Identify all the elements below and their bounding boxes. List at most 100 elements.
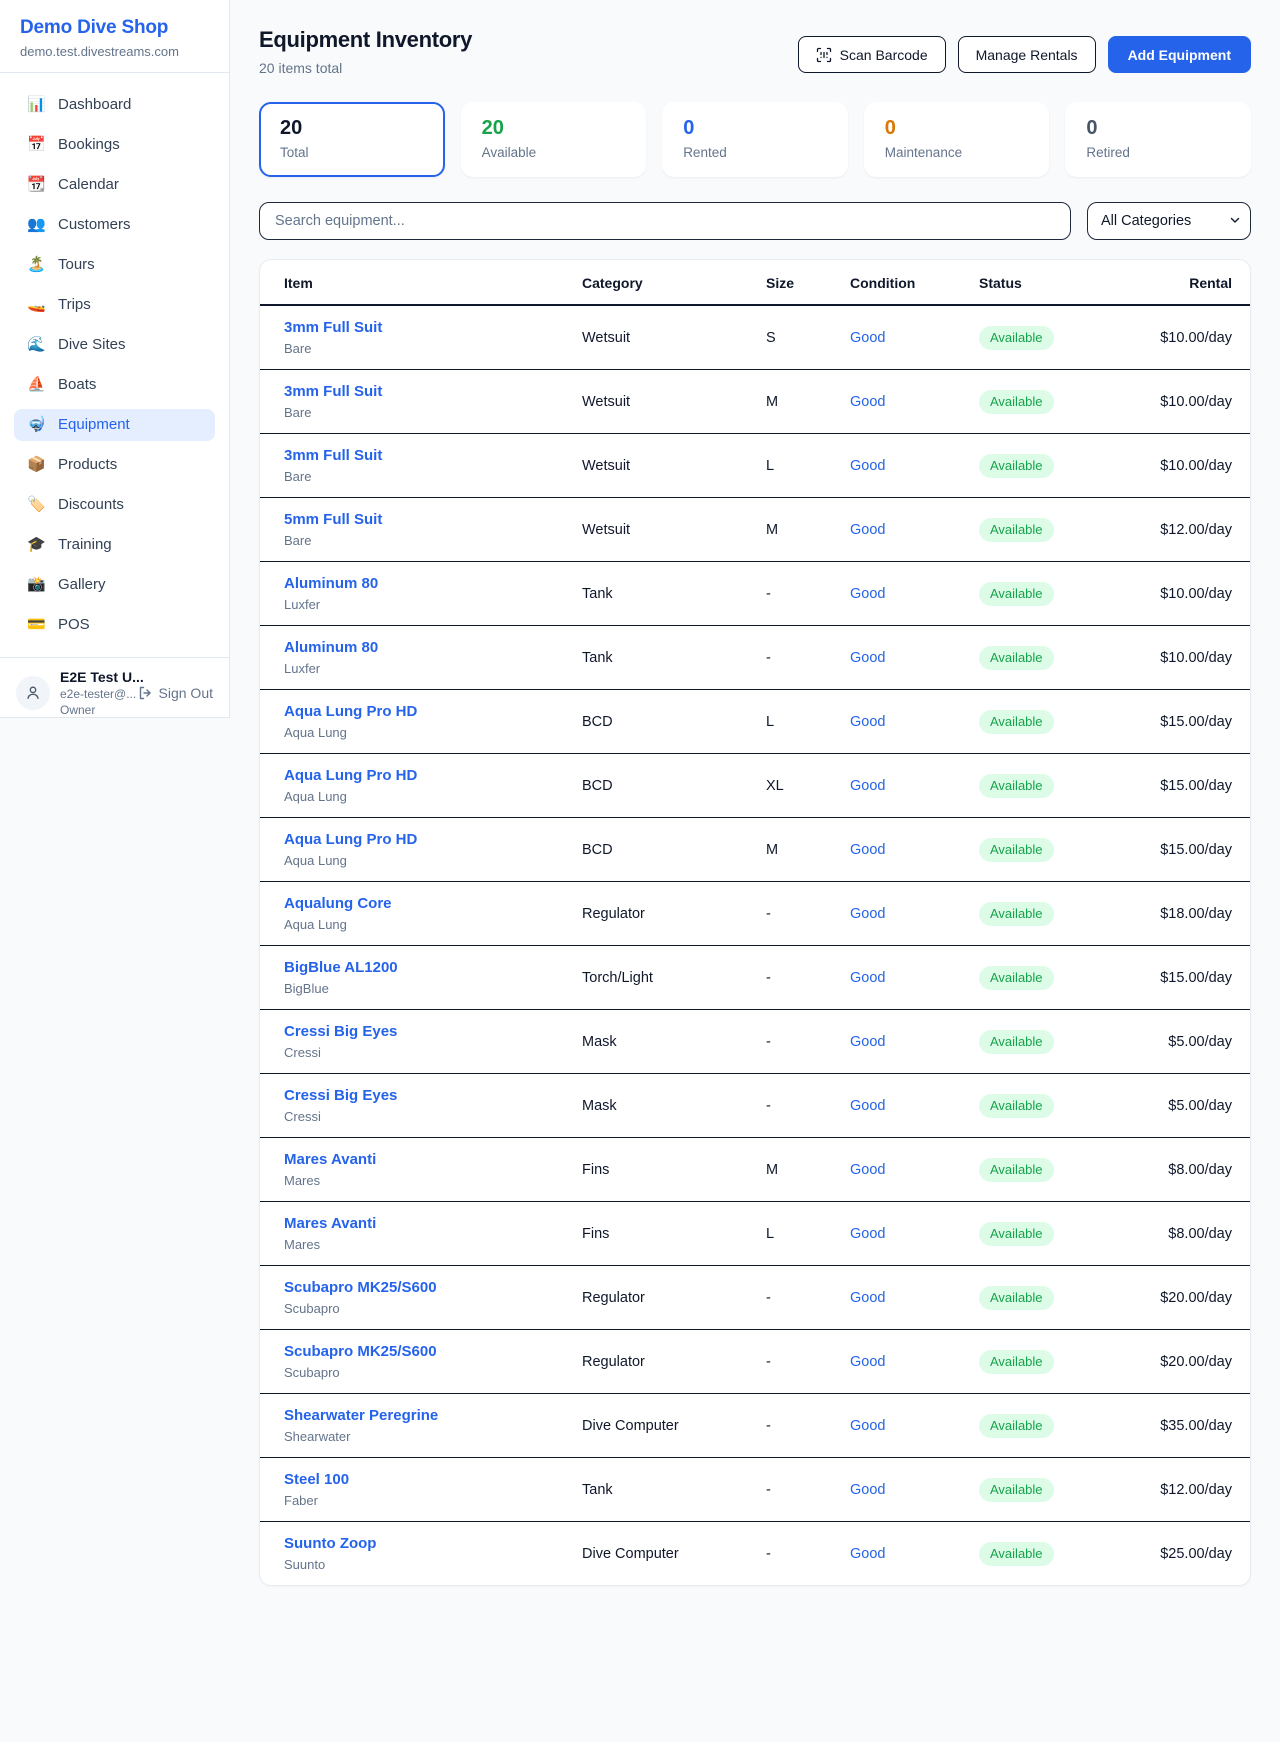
item-condition-link[interactable]: Good [850,842,885,858]
stat-card[interactable]: 20 Total [259,102,445,177]
sidebar-item[interactable]: 🌊 Dive Sites [14,329,215,361]
item-category: Wetsuit [582,305,766,370]
add-equipment-button[interactable]: Add Equipment [1108,36,1251,73]
stat-card[interactable]: 20 Available [461,102,647,177]
sign-out-button[interactable]: Sign Out [137,685,213,701]
sidebar-item[interactable]: 📸 Gallery [14,569,215,601]
page-title: Equipment Inventory [259,27,472,53]
item-condition-link[interactable]: Good [850,778,885,794]
page-header: Equipment Inventory 20 items total Scan … [259,27,1251,76]
item-name-link[interactable]: Cressi Big Eyes [284,1086,397,1105]
status-badge: Available [979,1478,1054,1502]
sidebar-item-label: Dive Sites [58,337,126,353]
sidebar-item[interactable]: 📅 Bookings [14,129,215,161]
sidebar-item[interactable]: 💳 POS [14,609,215,641]
item-size: - [766,1394,850,1458]
item-name-link[interactable]: Aqua Lung Pro HD [284,830,417,849]
sidebar-item[interactable]: 🚤 Trips [14,289,215,321]
item-name-link[interactable]: Suunto Zoop [284,1534,376,1553]
sidebar-item-label: Boats [58,377,96,393]
item-name-link[interactable]: 3mm Full Suit [284,446,382,465]
table-row: Aluminum 80 Luxfer Tank - Good Available [260,626,1250,690]
stat-card[interactable]: 0 Rented [662,102,848,177]
item-category: Fins [582,1138,766,1202]
table-row: Aqua Lung Pro HD Aqua Lung BCD M Good Av… [260,818,1250,882]
item-condition-link[interactable]: Good [850,906,885,922]
item-condition-link[interactable]: Good [850,394,885,410]
item-name-link[interactable]: Mares Avanti [284,1214,376,1233]
table-row: Mares Avanti Mares Fins M Good Available [260,1138,1250,1202]
item-name-link[interactable]: Aluminum 80 [284,574,378,593]
item-name-link[interactable]: Scubapro MK25/S600 [284,1278,437,1297]
people-icon: 👥 [27,217,45,233]
sidebar-item[interactable]: 🏷️ Discounts [14,489,215,521]
item-condition-link[interactable]: Good [850,1162,885,1178]
item-name-link[interactable]: BigBlue AL1200 [284,958,398,977]
item-category: Dive Computer [582,1522,766,1586]
table-row: Scubapro MK25/S600 Scubapro Regulator - … [260,1266,1250,1330]
item-condition-link[interactable]: Good [850,1098,885,1114]
status-badge: Available [979,1030,1054,1054]
table-row: BigBlue AL1200 BigBlue Torch/Light - Goo… [260,946,1250,1010]
item-condition-link[interactable]: Good [850,1354,885,1370]
sidebar-item[interactable]: 👥 Customers [14,209,215,241]
item-condition-link[interactable]: Good [850,1034,885,1050]
sidebar-item[interactable]: 🏝️ Tours [14,249,215,281]
user-panel: E2E Test U... e2e-tester@... Owner Sign … [0,657,229,729]
item-condition-link[interactable]: Good [850,586,885,602]
item-name-link[interactable]: Aluminum 80 [284,638,378,657]
sidebar-item[interactable]: 📊 Dashboard [14,89,215,121]
status-badge: Available [979,1542,1054,1566]
item-name-link[interactable]: Scubapro MK25/S600 [284,1342,437,1361]
item-name-link[interactable]: 5mm Full Suit [284,510,382,529]
item-brand: Faber [284,1493,582,1509]
item-condition-link[interactable]: Good [850,522,885,538]
item-condition-link[interactable]: Good [850,330,885,346]
item-condition-link[interactable]: Good [850,1290,885,1306]
item-name-link[interactable]: Aqualung Core [284,894,392,913]
item-condition-link[interactable]: Good [850,1546,885,1562]
stat-label: Total [280,145,424,160]
item-condition-link[interactable]: Good [850,1482,885,1498]
stat-card[interactable]: 0 Maintenance [864,102,1050,177]
sidebar-item-label: POS [58,617,90,633]
item-name-link[interactable]: 3mm Full Suit [284,318,382,337]
item-condition-link[interactable]: Good [850,458,885,474]
item-brand: Bare [284,469,582,485]
item-name-link[interactable]: Shearwater Peregrine [284,1406,438,1425]
brand-title[interactable]: Demo Dive Shop [20,17,209,39]
stat-label: Available [482,145,626,160]
item-name-link[interactable]: Steel 100 [284,1470,349,1489]
item-condition-link[interactable]: Good [850,1226,885,1242]
sidebar-item[interactable]: ⛵ Boats [14,369,215,401]
category-select[interactable]: All Categories [1087,202,1251,240]
item-rental-rate: $15.00/day [1160,842,1232,858]
item-brand: Aqua Lung [284,789,582,805]
status-badge: Available [979,326,1054,350]
status-badge: Available [979,902,1054,926]
sailboat-icon: ⛵ [27,377,45,393]
stat-card[interactable]: 0 Retired [1065,102,1251,177]
scan-barcode-button[interactable]: Scan Barcode [798,36,946,73]
tear-off-calendar-icon: 📆 [27,177,45,193]
item-rental-rate: $25.00/day [1160,1546,1232,1562]
item-condition-link[interactable]: Good [850,1418,885,1434]
sidebar-item[interactable]: 📆 Calendar [14,169,215,201]
item-condition-link[interactable]: Good [850,714,885,730]
sidebar-item[interactable]: 📦 Products [14,449,215,481]
manage-rentals-button[interactable]: Manage Rentals [958,36,1096,73]
item-name-link[interactable]: Cressi Big Eyes [284,1022,397,1041]
search-input[interactable] [259,202,1071,240]
sidebar-item[interactable]: 🤿 Equipment [14,409,215,441]
item-rental-rate: $12.00/day [1160,1482,1232,1498]
item-condition-link[interactable]: Good [850,650,885,666]
item-size: - [766,1330,850,1394]
item-name-link[interactable]: 3mm Full Suit [284,382,382,401]
item-brand: Aqua Lung [284,725,582,741]
sidebar-item[interactable]: 🎓 Training [14,529,215,561]
column-header-rental: Rental [1134,260,1250,305]
item-name-link[interactable]: Mares Avanti [284,1150,376,1169]
item-name-link[interactable]: Aqua Lung Pro HD [284,766,417,785]
item-condition-link[interactable]: Good [850,970,885,986]
item-name-link[interactable]: Aqua Lung Pro HD [284,702,417,721]
